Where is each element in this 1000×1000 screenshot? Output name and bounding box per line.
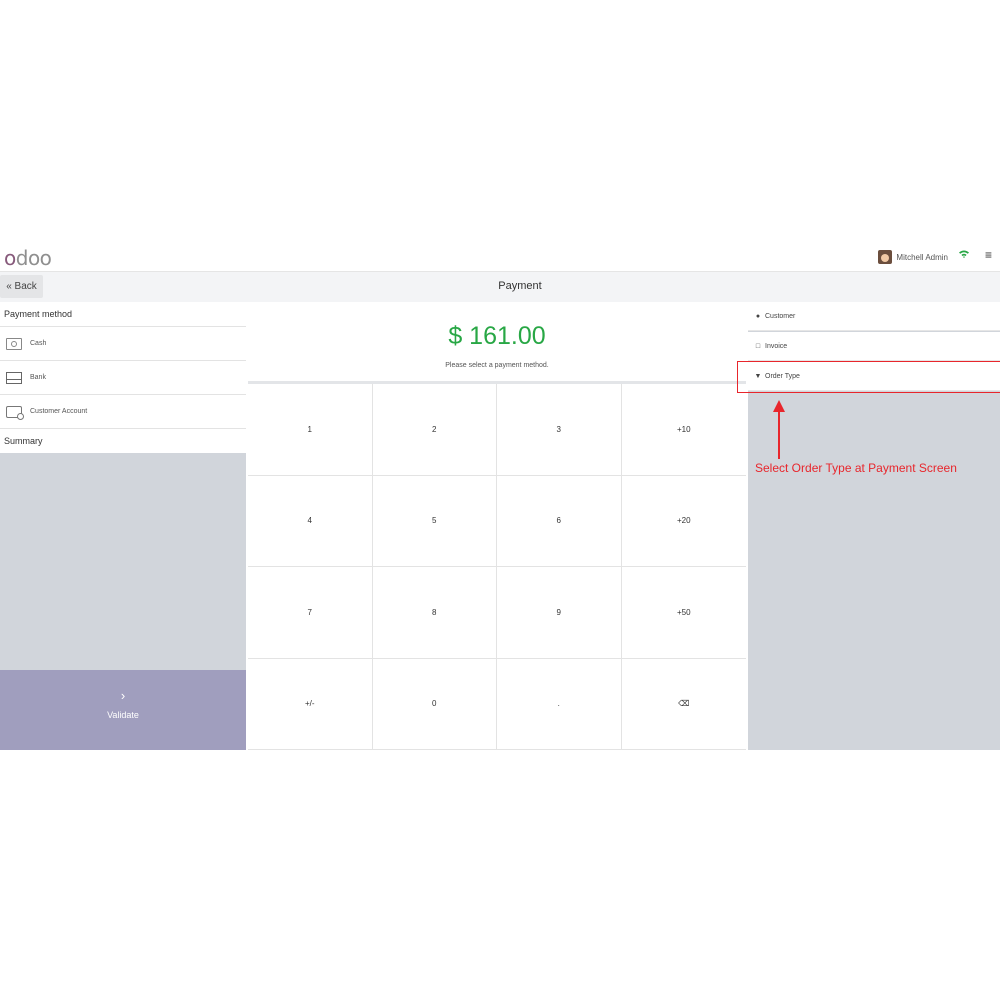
amount-due: $ 161.00 [448, 322, 546, 350]
amount-hint: Please select a payment method. [445, 362, 549, 369]
user-name: Mitchell Admin [896, 252, 948, 262]
numpad-key[interactable]: 8 [372, 567, 497, 659]
payment-method-label: Customer Account [30, 408, 88, 415]
top-navbar: odoo Mitchell Admin ≡ [0, 243, 1000, 271]
invoice-label: Invoice [765, 342, 788, 350]
numpad-key[interactable]: 6 [497, 475, 622, 567]
logo-rest: doo [15, 246, 52, 270]
payment-center-panel: $ 161.00 Please select a payment method.… [248, 302, 746, 750]
payment-methods-panel: Payment method Cash Bank Customer Accoun… [0, 302, 246, 750]
summary-area [0, 453, 246, 670]
order-type-highlight-box [737, 361, 1000, 393]
annotation-arrow-line [778, 410, 780, 459]
avatar [878, 250, 893, 264]
annotation-text: Select Order Type at Payment Screen [755, 461, 957, 475]
numpad-key[interactable]: 1 [248, 384, 373, 476]
numpad-key[interactable]: +10 [621, 384, 746, 476]
customer-label: Customer [765, 312, 796, 320]
customer-account-icon [6, 405, 24, 420]
payment-method-header: Payment method [0, 302, 246, 327]
numpad-key[interactable]: 9 [497, 567, 622, 659]
wifi-icon[interactable] [959, 249, 969, 261]
numpad-key[interactable]: 0 [372, 658, 497, 750]
pos-app: odoo Mitchell Admin ≡ « Back Payment Pay… [0, 243, 1000, 750]
payment-method-bank[interactable]: Bank [0, 361, 246, 395]
validate-button[interactable]: › Validate [0, 670, 246, 750]
payment-method-label: Bank [30, 374, 46, 381]
numpad-key[interactable]: 3 [497, 384, 622, 476]
page-title: Payment [498, 280, 542, 292]
cash-icon [6, 337, 22, 350]
numpad-key[interactable]: 5 [372, 475, 497, 567]
payment-method-label: Cash [30, 340, 47, 347]
odoo-logo: odoo [4, 246, 52, 270]
numpad-key[interactable]: 4 [248, 475, 373, 567]
control-bar: « Back Payment [0, 271, 1000, 302]
numpad: 1 2 3 +10 4 5 6 +20 7 8 9 +50 +/- 0 . ⌫ [248, 384, 746, 750]
payment-method-customer-account[interactable]: Customer Account [0, 395, 246, 429]
amount-display: $ 161.00 Please select a payment method. [248, 302, 746, 384]
invoice-button[interactable]: □ Invoice [748, 332, 1000, 361]
user-menu[interactable]: Mitchell Admin [878, 250, 948, 264]
numpad-key[interactable]: . [497, 658, 622, 750]
customer-button[interactable]: ● Customer [748, 302, 1000, 331]
validate-label: Validate [107, 710, 139, 720]
chevron-right-icon: › [120, 688, 126, 703]
numpad-key[interactable]: +50 [621, 567, 746, 659]
summary-header: Summary [4, 436, 43, 446]
bank-icon [6, 371, 22, 384]
hamburger-menu-icon[interactable]: ≡ [985, 248, 992, 262]
user-icon: ● [755, 312, 761, 320]
numpad-key[interactable]: +20 [621, 475, 746, 567]
backspace-key[interactable]: ⌫ [621, 658, 746, 750]
payment-method-cash[interactable]: Cash [0, 327, 246, 361]
numpad-key[interactable]: 2 [372, 384, 497, 476]
numpad-key[interactable]: 7 [248, 567, 373, 659]
invoice-icon: □ [755, 342, 761, 350]
numpad-key[interactable]: +/- [248, 658, 373, 750]
